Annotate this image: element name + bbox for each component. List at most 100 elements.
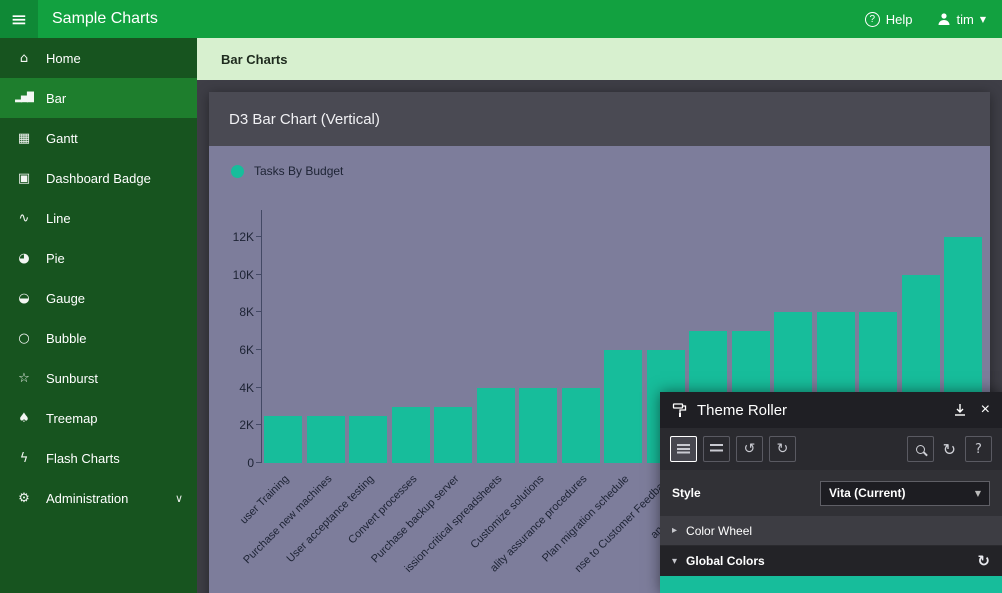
style-select-value: Vita (Current) bbox=[829, 486, 905, 500]
breadcrumb: Bar Charts bbox=[197, 38, 1002, 80]
y-axis-tick-label: 10K bbox=[209, 268, 254, 283]
bar[interactable] bbox=[307, 416, 345, 463]
search-icon bbox=[916, 445, 925, 454]
bar[interactable] bbox=[604, 350, 642, 463]
chevron-down-icon: ▾ bbox=[672, 556, 677, 567]
y-axis-tick-label: 4K bbox=[209, 381, 254, 396]
style-select[interactable]: Vita (Current) ▼ bbox=[820, 481, 990, 506]
bar[interactable] bbox=[392, 407, 430, 464]
sidebar-item-pie[interactable]: ◕ Pie bbox=[0, 238, 197, 278]
sidebar-item-bar[interactable]: ▂▅█ Bar bbox=[0, 78, 197, 118]
download-icon[interactable] bbox=[953, 403, 967, 417]
refresh-icon[interactable]: ↻ bbox=[977, 552, 990, 570]
sidebar-item-label: Gauge bbox=[46, 291, 85, 306]
hamburger-icon[interactable]: ≡ bbox=[0, 0, 38, 38]
y-axis-tick-mark bbox=[256, 424, 262, 425]
y-axis-tick-label: 6K bbox=[209, 343, 254, 358]
chevron-down-icon: ∨ bbox=[175, 492, 183, 505]
line-chart-icon: ∿ bbox=[14, 211, 34, 226]
panel-title: D3 Bar Chart (Vertical) bbox=[209, 92, 990, 146]
y-axis-tick-mark bbox=[256, 236, 262, 237]
sidebar-item-gantt[interactable]: ▦ Gantt bbox=[0, 118, 197, 158]
sidebar-item-treemap[interactable]: ♠ Treemap bbox=[0, 398, 197, 438]
pie-chart-icon: ◕ bbox=[14, 251, 34, 266]
sidebar-item-label: Bubble bbox=[46, 331, 86, 346]
sidebar-item-home[interactable]: ⌂ Home bbox=[0, 38, 197, 78]
legend-label: Tasks By Budget bbox=[254, 164, 343, 178]
redo-button[interactable]: ↻ bbox=[769, 436, 796, 462]
sidebar-item-bubble[interactable]: ○ Bubble bbox=[0, 318, 197, 358]
help-button[interactable]: ? Help bbox=[865, 12, 913, 27]
sidebar-item-flash-charts[interactable]: ϟFlash Charts bbox=[0, 438, 197, 478]
user-menu[interactable]: tim ▼ bbox=[937, 12, 987, 27]
star-icon: ☆ bbox=[14, 371, 34, 386]
bar[interactable] bbox=[264, 416, 302, 463]
flash-icon: ϟ bbox=[14, 451, 34, 466]
list-dense-icon bbox=[677, 444, 690, 455]
section-color-wheel[interactable]: ▸ Color Wheel bbox=[660, 516, 1002, 546]
bar[interactable] bbox=[434, 407, 472, 464]
list-sparse-button[interactable] bbox=[703, 436, 730, 462]
theme-roller-toolbar: ↺ ↻ ↻ ? bbox=[660, 428, 1002, 470]
topbar: ≡ Sample Charts ? Help tim ▼ bbox=[0, 0, 1002, 38]
bar[interactable] bbox=[562, 388, 600, 463]
y-axis-tick-mark bbox=[256, 311, 262, 312]
help-label: Help bbox=[886, 12, 913, 27]
sidebar-item-label: Pie bbox=[46, 251, 65, 266]
y-axis-tick-mark bbox=[256, 462, 262, 463]
caret-down-icon: ▼ bbox=[975, 489, 981, 498]
refresh-icon[interactable]: ↻ bbox=[943, 440, 956, 459]
sidebar-item-administration[interactable]: ⚙Administration∨ bbox=[0, 478, 197, 518]
user-label: tim bbox=[957, 12, 974, 27]
color-swatch-strip[interactable] bbox=[660, 576, 1002, 593]
list-dense-button[interactable] bbox=[670, 436, 697, 462]
theme-roller-panel: Theme Roller × ↺ ↻ ↻ ? Style Vita (Curre… bbox=[660, 392, 1002, 593]
redo-icon: ↻ bbox=[777, 441, 789, 457]
app-title: Sample Charts bbox=[52, 10, 158, 28]
style-row: Style Vita (Current) ▼ bbox=[660, 470, 1002, 516]
bar-chart-icon: ▂▅█ bbox=[14, 93, 34, 103]
theme-roller-header[interactable]: Theme Roller × bbox=[660, 392, 1002, 428]
undo-button[interactable]: ↺ bbox=[736, 436, 763, 462]
tree-icon: ♠ bbox=[14, 411, 34, 426]
y-axis-tick-label: 0 bbox=[209, 456, 254, 471]
bar[interactable] bbox=[477, 388, 515, 463]
sidebar-item-line[interactable]: ∿Line bbox=[0, 198, 197, 238]
sidebar-item-label: Bar bbox=[46, 91, 66, 106]
y-axis-tick-mark bbox=[256, 274, 262, 275]
section-global-colors[interactable]: ▾ Global Colors ↻ bbox=[660, 546, 1002, 576]
section-label: Color Wheel bbox=[686, 524, 752, 538]
sidebar-item-label: Sunburst bbox=[46, 371, 98, 386]
sidebar-item-sunburst[interactable]: ☆ Sunburst bbox=[0, 358, 197, 398]
sidebar-item-gauge[interactable]: ◒ Gauge bbox=[0, 278, 197, 318]
section-label: Global Colors bbox=[686, 554, 765, 568]
y-axis-tick-mark bbox=[256, 349, 262, 350]
style-label: Style bbox=[672, 486, 701, 500]
help-button-roller[interactable]: ? bbox=[965, 436, 992, 462]
sidebar: ⌂ Home ▂▅█ Bar ▦ Gantt ▣Dashboard Badge∿Line ◕ P… bbox=[0, 38, 197, 593]
bubble-icon: ○ bbox=[14, 331, 34, 346]
bar[interactable] bbox=[349, 416, 387, 463]
caret-down-icon: ▼ bbox=[980, 15, 986, 24]
close-icon[interactable]: × bbox=[981, 402, 990, 418]
bar[interactable] bbox=[519, 388, 557, 463]
home-icon: ⌂ bbox=[14, 51, 34, 66]
chevron-right-icon: ▸ bbox=[672, 525, 677, 536]
y-axis-tick-label: 2K bbox=[209, 418, 254, 433]
badge-icon: ▣ bbox=[14, 171, 34, 186]
person-icon bbox=[937, 12, 951, 26]
undo-icon: ↺ bbox=[744, 441, 756, 457]
gear-icon: ⚙ bbox=[14, 491, 34, 506]
y-axis-tick-mark bbox=[256, 387, 262, 388]
sidebar-item-dashboard-badge[interactable]: ▣Dashboard Badge bbox=[0, 158, 197, 198]
search-button[interactable] bbox=[907, 436, 934, 462]
sidebar-item-label: Gantt bbox=[46, 131, 78, 146]
sidebar-item-label: Home bbox=[46, 51, 81, 66]
chart-legend[interactable]: Tasks By Budget bbox=[231, 164, 343, 178]
list-sparse-icon bbox=[710, 444, 723, 455]
sidebar-item-label: Treemap bbox=[46, 411, 98, 426]
paint-roller-icon bbox=[672, 402, 688, 418]
gauge-icon: ◒ bbox=[14, 291, 34, 306]
calendar-icon: ▦ bbox=[14, 131, 34, 146]
legend-marker-icon bbox=[231, 165, 244, 178]
